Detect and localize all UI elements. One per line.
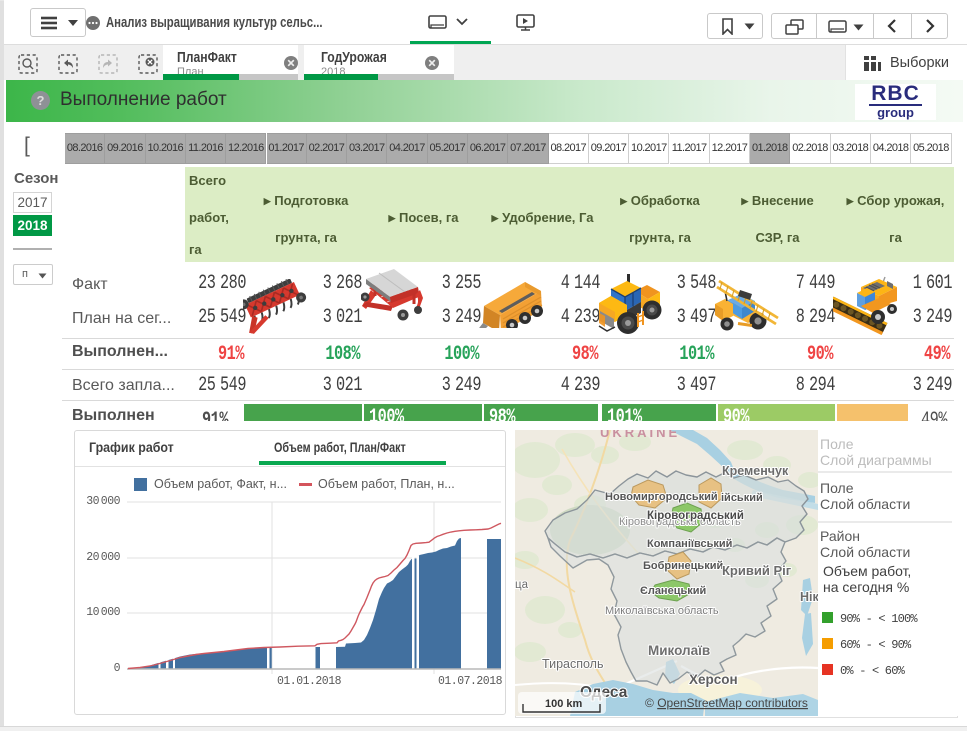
- svg-text:Слой диаграммы: Слой диаграммы: [820, 452, 932, 468]
- svg-text:90% - < 100%: 90% - < 100%: [840, 612, 918, 626]
- svg-text:Миколаїв: Миколаїв: [648, 643, 710, 658]
- svg-text:ца: ца: [515, 579, 529, 591]
- svg-text:Слой области: Слой области: [820, 544, 910, 560]
- svg-text:Тирасполь: Тирасполь: [542, 657, 603, 671]
- svg-text:Район: Район: [820, 528, 860, 544]
- svg-text:Компаніївський: Компаніївський: [647, 538, 732, 550]
- svg-text:на сегодня %: на сегодня %: [823, 579, 909, 595]
- svg-text:60% - < 90%: 60% - < 90%: [840, 638, 912, 652]
- svg-text:Поле: Поле: [820, 480, 854, 496]
- svg-text:© OpenStreetMap contributors: © OpenStreetMap contributors: [645, 696, 808, 710]
- svg-text:Новомиргородський: Новомиргородський: [605, 491, 718, 503]
- svg-text:0% - < 60%: 0% - < 60%: [840, 664, 906, 678]
- svg-text:Поле: Поле: [820, 436, 854, 452]
- svg-text:Объем работ,: Объем работ,: [823, 563, 911, 579]
- svg-text:100 km: 100 km: [545, 698, 583, 710]
- svg-text:?: ?: [37, 93, 45, 108]
- svg-text:UKRAINE: UKRAINE: [600, 430, 680, 440]
- svg-text:Бобринецький: Бобринецький: [643, 560, 723, 572]
- svg-text:Миколаївська область: Миколаївська область: [605, 605, 719, 617]
- svg-text:Кіровоградський: Кіровоградський: [647, 510, 744, 522]
- svg-text:Кременчук: Кременчук: [722, 464, 789, 478]
- svg-text:Херсон: Херсон: [689, 672, 738, 687]
- svg-text:Єланецький: Єланецький: [640, 585, 706, 597]
- svg-text:ійський: ійський: [721, 492, 763, 504]
- svg-text:Кривий Ріг: Кривий Ріг: [722, 563, 792, 578]
- svg-text:Слой области: Слой области: [820, 496, 910, 512]
